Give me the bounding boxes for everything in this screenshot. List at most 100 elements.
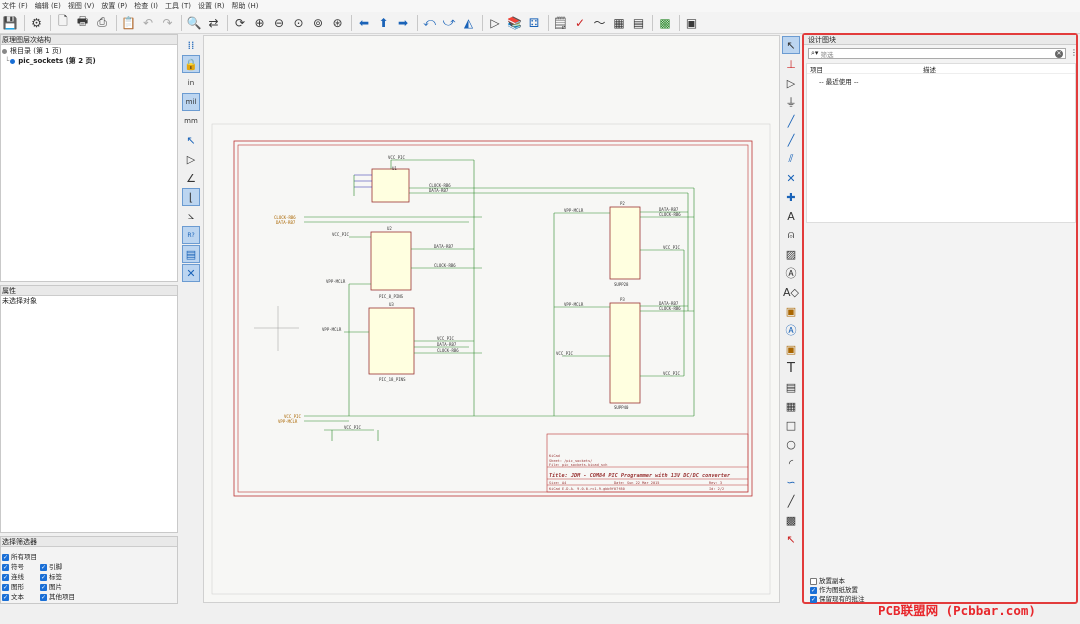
annotate-icon[interactable]: 🗒 [552,14,570,32]
add-image-icon[interactable]: ▩ [782,511,800,529]
bom-icon[interactable]: ▦ [610,14,628,32]
symbol-editor-icon[interactable]: ▷ [486,14,504,32]
symbol-browser-icon[interactable]: 📚 [506,14,524,32]
option-keep-annotations[interactable]: ✓ 保留现有的批注 [810,593,865,603]
junction-icon[interactable]: ✚ [782,188,800,206]
zoom-selection-icon[interactable]: ⊛ [329,14,347,32]
print-icon[interactable]: 🖶 [74,14,92,32]
select-icon[interactable]: ↖ [782,36,800,54]
mirror-icon[interactable]: ◭ [460,14,478,32]
add-power-icon[interactable]: ⏚ [782,93,800,111]
rule-area-icon[interactable]: ▨ [782,245,800,263]
plot-icon[interactable]: ⎙ [93,14,111,32]
wire-90-icon[interactable]: ⌊ [182,188,200,206]
menu-tools[interactable]: 工具 (T) [165,1,191,11]
filter-input[interactable]: 筛选 [820,49,1055,59]
filter-symbols[interactable]: ✓ 符号 [2,561,24,571]
tb-file: File: pic_sockets.kicad_sch [549,463,607,467]
save-icon[interactable]: 💾 [1,14,19,32]
mils-icon[interactable]: mil [182,93,200,111]
column-desc[interactable]: 描述 [923,64,936,74]
add-bus-icon[interactable]: ╱ [782,131,800,149]
scripting-icon[interactable]: ▣ [683,14,701,32]
panel-menu-icon[interactable]: ⋮ [1070,48,1078,57]
footprint-assign-icon[interactable]: ⚃ [525,14,543,32]
rotate-ccw-icon[interactable]: ⤺ [421,14,439,32]
column-item[interactable]: 项目 [807,64,923,74]
net-label-icon[interactable]: A [782,207,800,225]
grid-icon[interactable]: ⁞⁞ [182,36,200,54]
cursor-style-icon[interactable]: ↖ [182,131,200,149]
netlist-icon[interactable]: ▤ [630,14,648,32]
no-connect-icon[interactable]: ✕ [782,169,800,187]
hidden-pins-icon[interactable]: ▷ [182,150,200,168]
zoom-out-icon[interactable]: ⊖ [270,14,288,32]
simulator-icon[interactable]: 〜 [591,14,609,32]
new-page-icon[interactable]: 🗋 [54,14,72,32]
sheet-pin-icon[interactable]: Ⓐ [782,321,800,339]
filter-labels[interactable]: ✓ 标签 [40,571,62,581]
annotation-icon[interactable]: R? [182,226,200,244]
menu-file[interactable]: 文件 (F) [2,1,28,11]
highlight-net-icon[interactable]: ⊥ [782,55,800,73]
recent-group[interactable]: -- 最近使用 -- [807,76,1075,86]
clear-filter-icon[interactable]: ✕ [1055,49,1063,58]
properties-manager-icon[interactable]: ✕ [182,264,200,282]
refresh-icon[interactable]: ⟳ [231,14,249,32]
zoom-in-icon[interactable]: ⊕ [251,14,269,32]
add-rectangle-icon[interactable]: □ [782,416,800,434]
schematic-setup-icon[interactable]: ⚙ [28,14,46,32]
hier-label-icon[interactable]: A◇ [782,283,800,301]
find-icon[interactable]: 🔍 [185,14,203,32]
find-replace-icon[interactable]: ⇄ [205,14,223,32]
schematic-canvas[interactable]: VCC_PIC U1 CLOCK-RB6 DATA-RB7 CLOCK-RB6 … [203,35,780,603]
menu-preferences[interactable]: 设置 (R) [198,1,225,11]
delete-tool-icon[interactable]: ↖ [782,530,800,548]
hierarchy-navigator-icon[interactable]: ▤ [182,245,200,263]
tree-item-pic-sockets[interactable]: └ pic_sockets (第 2 页) [1,56,177,66]
rotate-cw-icon[interactable]: ⤻ [440,14,458,32]
zoom-fit-icon[interactable]: ⊙ [290,14,308,32]
undo-icon[interactable]: ↶ [139,14,157,32]
menu-edit[interactable]: 编辑 (E) [35,1,61,11]
tree-item-root[interactable]: 根目录 (第 1 页) [1,46,177,56]
add-wire-icon[interactable]: ╱ [782,112,800,130]
filter-text[interactable]: ✓ 文本 [2,591,24,601]
zoom-objects-icon[interactable]: ⊚ [309,14,327,32]
redo-icon[interactable]: ↷ [159,14,177,32]
add-table-icon[interactable]: ▦ [782,397,800,415]
inches-icon[interactable]: in [182,74,200,92]
filter-images[interactable]: ✓ 图片 [40,581,62,591]
add-line-icon[interactable]: ╱ [782,492,800,510]
menu-view[interactable]: 视图 (V) [68,1,94,11]
millimeters-icon[interactable]: mm [182,112,200,130]
add-text-icon[interactable]: T [782,359,800,377]
net-class-icon[interactable]: ⍝ [782,226,800,244]
bus-entry-icon[interactable]: ⫽ [782,150,800,168]
add-circle-icon[interactable]: ○ [782,435,800,453]
pcb-editor-icon[interactable]: ▩ [656,14,674,32]
erc-icon[interactable]: ✓ [571,14,589,32]
filter-all-items[interactable]: ✓ 所有项目 [2,551,37,561]
filter-pins[interactable]: ✓ 引脚 [40,561,62,571]
add-sheet-icon[interactable]: ▣ [782,302,800,320]
menu-place[interactable]: 放置 (P) [101,1,127,11]
add-bezier-icon[interactable]: ∽ [782,473,800,491]
add-symbol-icon[interactable]: ▷ [782,74,800,92]
add-textbox-icon[interactable]: ▤ [782,378,800,396]
back-icon[interactable]: ⬅ [355,14,373,32]
global-label-icon[interactable]: Ⓐ [782,264,800,282]
forward-icon[interactable]: ➡ [394,14,412,32]
menu-help[interactable]: 帮助 (H) [232,1,259,11]
wire-45-icon[interactable]: ⦣ [182,207,200,225]
filter-graphics[interactable]: ✓ 图形 [2,581,24,591]
add-arc-icon[interactable]: ◜ [782,454,800,472]
paste-icon[interactable]: 📋 [120,14,138,32]
import-sheet-pin-icon[interactable]: ▣ [782,340,800,358]
grid-override-icon[interactable]: 🔒 [182,55,200,73]
filter-wires[interactable]: ✓ 连线 [2,571,24,581]
up-icon[interactable]: ⬆ [375,14,393,32]
filter-other-items[interactable]: ✓ 其他项目 [40,591,75,601]
menu-inspect[interactable]: 检查 (I) [134,1,158,11]
wire-any-angle-icon[interactable]: ∠ [182,169,200,187]
